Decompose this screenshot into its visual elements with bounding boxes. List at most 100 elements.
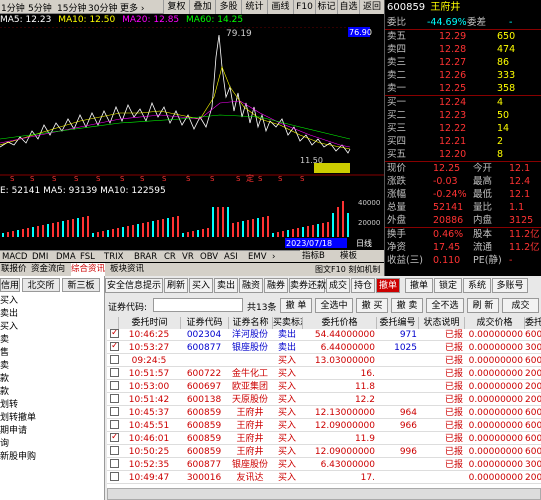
table-row[interactable]: 10:53:00 600697 欧亚集团买入 11.8 已报 0.00000000200.… — [107, 381, 541, 393]
indicator-tab[interactable]: EMV — [247, 251, 268, 263]
table-row[interactable]: 09:24:5 买入 13.03000000 已报 0.00000000600.000 — [107, 355, 541, 367]
row-checkbox[interactable] — [110, 407, 119, 416]
indicator-b-button[interactable]: 指标B — [302, 250, 325, 262]
column-header[interactable]: 成交价格 — [465, 317, 525, 329]
column-header[interactable]: 委托时间 — [119, 317, 181, 329]
stats-button[interactable]: 统计 — [241, 0, 267, 14]
nav-news[interactable]: 综合资讯 — [71, 263, 106, 276]
table-row[interactable]: 10:49:47 300016 友讯达 买入 17. 0.00000000200.000 — [107, 472, 541, 484]
period-30min[interactable]: 30分钟 — [88, 1, 117, 14]
indicator-tab[interactable]: DMA — [55, 251, 77, 263]
period-15min[interactable]: 15分钟 — [57, 1, 86, 14]
indicator-tab[interactable]: OBV — [199, 251, 219, 263]
nav-sector[interactable]: 板块资讯 — [110, 263, 144, 276]
table-row[interactable]: 10:45:37 600859 王府井 买入 12.13000000 964 已报 0.000… — [107, 407, 541, 419]
overlay-button[interactable]: 叠加 — [189, 0, 215, 14]
tree-item[interactable]: 卖 — [0, 360, 9, 373]
toolbar-button[interactable]: 持仓 — [351, 278, 375, 293]
toolbar-button[interactable]: 系统 — [463, 278, 491, 293]
indicator-tab[interactable]: TRIX — [103, 251, 124, 263]
toolbar-button[interactable]: 锁定 — [434, 278, 462, 293]
row-checkbox[interactable] — [110, 459, 119, 468]
row-checkbox[interactable] — [110, 433, 119, 442]
row-checkbox[interactable] — [110, 420, 119, 429]
nav-quote[interactable]: 联报价 — [1, 263, 27, 276]
toolbar-button[interactable]: 卖券还款 — [289, 278, 326, 293]
period-1min[interactable]: 1分钟 — [1, 1, 25, 14]
tab-credit[interactable]: 信用 — [0, 278, 20, 292]
toolbar-button[interactable]: 安全信息提示 — [105, 278, 163, 293]
tree-item[interactable]: 卖出 — [0, 308, 18, 321]
f10-button[interactable]: F10 — [293, 0, 315, 14]
tree-item[interactable]: 划转 — [0, 399, 18, 412]
indicator-tab[interactable]: › — [271, 251, 276, 263]
toolbar-button[interactable]: 买入 — [189, 278, 213, 293]
column-header[interactable]: 证券名称 — [229, 317, 273, 329]
row-checkbox[interactable] — [110, 394, 119, 403]
restore-button[interactable]: 复权 — [163, 0, 189, 14]
indicator-tab[interactable]: MACD — [1, 251, 28, 263]
template-button[interactable]: 模板 — [340, 250, 357, 262]
horizontal-scrollbar[interactable] — [107, 488, 541, 500]
column-header[interactable]: 状态说明 — [419, 317, 465, 329]
tree-item[interactable]: 买入 — [0, 295, 18, 308]
code-input[interactable] — [153, 298, 243, 312]
nav-fund-flow[interactable]: 资金流向 — [31, 263, 65, 276]
row-checkbox[interactable] — [110, 342, 119, 351]
tree-item[interactable]: 款 — [0, 373, 9, 386]
toolbar-button[interactable]: 撤单 — [376, 278, 400, 293]
tree-item[interactable]: 新股申购 — [0, 451, 36, 464]
table-row[interactable]: 10:50:25 600859 王府井 买入 12.09000000 996 已报 0.000… — [107, 446, 541, 458]
toolbar-button[interactable]: 融券 — [264, 278, 288, 293]
tree-item[interactable]: 卖 — [0, 334, 9, 347]
tree-item[interactable]: 期申请 — [0, 425, 27, 438]
table-row[interactable]: 10:45:51 600859 王府井 买入 12.09000000 966 已报 0.000… — [107, 420, 541, 432]
cancel-button[interactable]: 撤 单 — [280, 298, 312, 313]
tree-item[interactable]: 售 — [0, 347, 9, 360]
row-checkbox[interactable] — [110, 368, 119, 377]
period-5min[interactable]: 5分钟 — [28, 1, 52, 14]
cancel-sell-button[interactable]: 撤 卖 — [391, 298, 423, 313]
row-checkbox[interactable] — [110, 329, 119, 338]
table-row[interactable]: 10:51:57 600722 金牛化工买入 16. 已报 0.00000000200.0… — [107, 368, 541, 380]
toolbar-button[interactable]: 多账号 — [492, 278, 528, 293]
nav-f10[interactable]: 图文F10 刻如机制 — [315, 263, 380, 276]
toolbar-button[interactable]: 成交 — [326, 278, 350, 293]
row-checkbox[interactable] — [110, 355, 119, 364]
select-all-button[interactable]: 全选中 — [315, 298, 353, 313]
column-header[interactable]: 证券代码 — [181, 317, 229, 329]
kline-chart[interactable]: 79.19 11.50 76.90 SSS SSS SSS SSS SS 定 E… — [0, 27, 384, 250]
indicator-tab[interactable]: DMI — [31, 251, 49, 263]
table-row[interactable]: 10:46:25 002304 洋河股份卖出 54.44000000 971 已报 0.00… — [107, 329, 541, 341]
toolbar-button[interactable]: 融资 — [239, 278, 263, 293]
tab-bse[interactable]: 北交所 — [22, 278, 60, 292]
cancel-buy-button[interactable]: 撤 买 — [356, 298, 388, 313]
deal-button[interactable]: 成交 — [502, 298, 539, 313]
table-row[interactable]: 10:51:42 600138 天原股份买入 12.2 已报 0.00000000200.… — [107, 394, 541, 406]
indicator-tab[interactable]: FSL — [79, 251, 96, 263]
column-header[interactable]: 委托数量 — [525, 317, 541, 329]
indicator-tab[interactable]: ASI — [223, 251, 239, 263]
table-row[interactable]: 10:52:35 600877 银座股份 买入 6.43000000 已报 0.000000… — [107, 459, 541, 471]
tree-item[interactable]: 询 — [0, 438, 9, 451]
column-header[interactable]: 委托编号 — [377, 317, 419, 329]
column-header[interactable]: 买卖标志 — [273, 317, 303, 329]
tree-item[interactable]: 划转撤单 — [0, 412, 36, 425]
table-row[interactable]: 10:53:27 600877 银座股份卖出 6.44000000 1025 已报 0.00… — [107, 342, 541, 354]
row-checkbox[interactable] — [110, 472, 119, 481]
back-button[interactable]: 返回 — [359, 0, 384, 14]
mark-button[interactable]: 标记 — [315, 0, 337, 14]
table-row[interactable]: 10:46:01 600859 王府井 买入 11.9 已报 0.00000000600.0… — [107, 433, 541, 445]
multi-stock-button[interactable]: 多股 — [215, 0, 241, 14]
tree-item[interactable]: 款 — [0, 386, 9, 399]
tab-neeq[interactable]: 新三板 — [62, 278, 100, 292]
row-checkbox[interactable] — [110, 381, 119, 390]
column-header[interactable]: 委托价格 — [303, 317, 377, 329]
watchlist-button[interactable]: 自选 — [337, 0, 359, 14]
select-none-button[interactable]: 全不选 — [426, 298, 464, 313]
refresh-button[interactable]: 刷 新 — [467, 298, 499, 313]
period-more[interactable]: 更多 › — [120, 1, 144, 14]
row-checkbox[interactable] — [110, 446, 119, 455]
toolbar-button[interactable]: 卖出 — [214, 278, 238, 293]
draw-line-button[interactable]: 画线 — [267, 0, 293, 14]
